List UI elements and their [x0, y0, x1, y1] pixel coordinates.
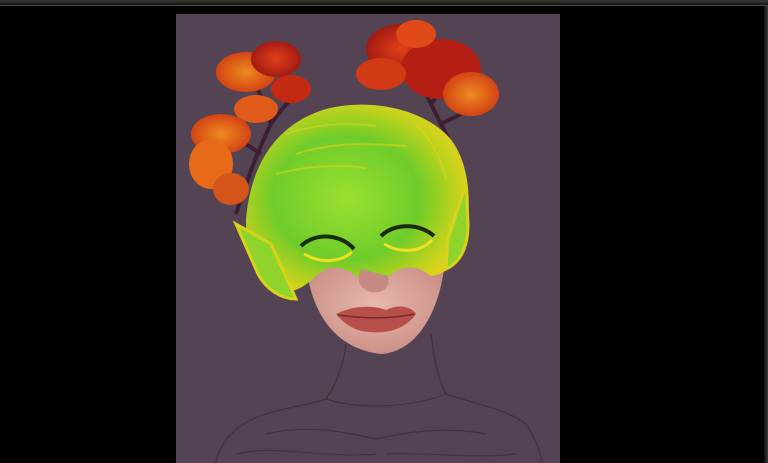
canvas-workspace[interactable]: [0, 6, 764, 463]
window-right-border: [764, 6, 768, 463]
artboard[interactable]: [176, 14, 560, 463]
painting-app-window: [0, 0, 768, 463]
artwork-illustration: [189, 20, 544, 463]
